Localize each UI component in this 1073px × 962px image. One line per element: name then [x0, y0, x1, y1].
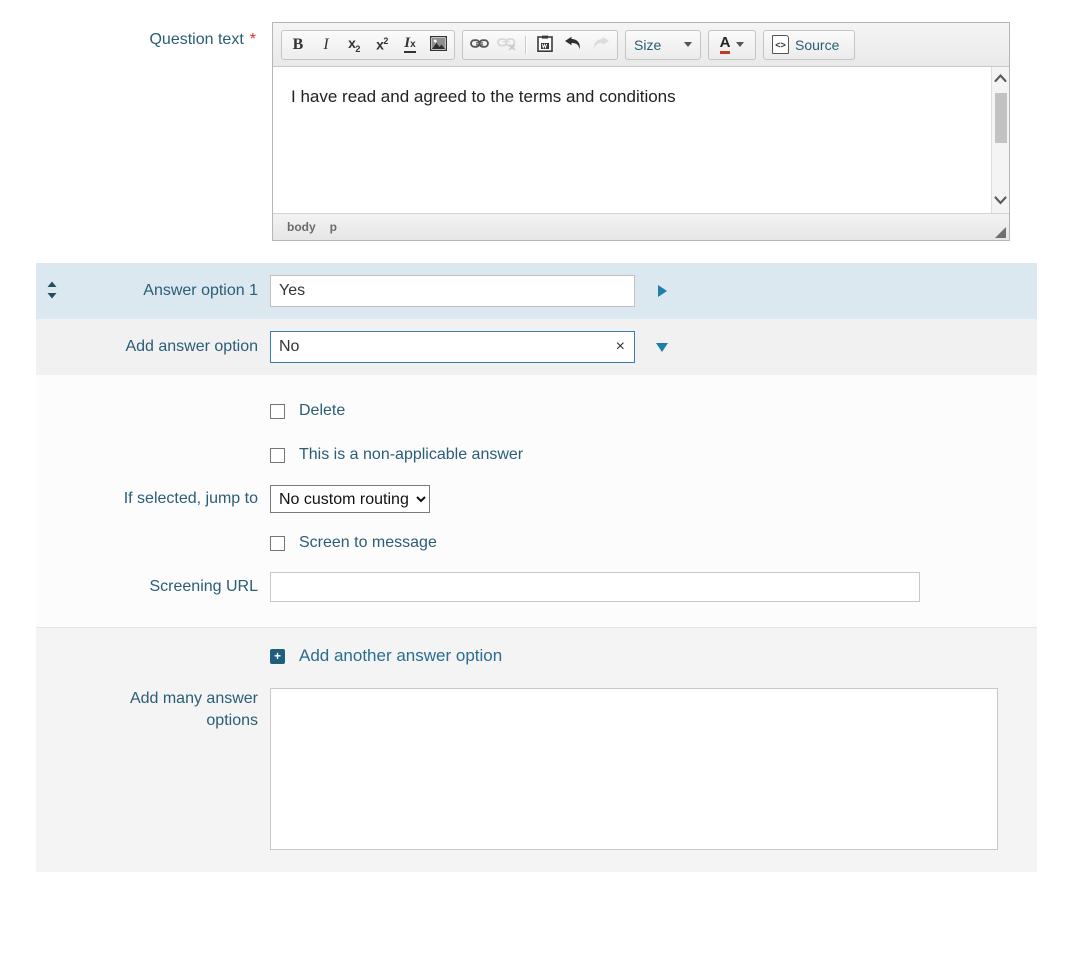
font-size-label: Size: [634, 36, 662, 53]
editor-toolbar: B I x2 x2 Ix Size A <> Source: [273, 23, 1009, 67]
answer-option-1-input[interactable]: [270, 275, 635, 307]
delete-checkbox-label[interactable]: Delete: [299, 402, 345, 420]
text-color-icon: A: [719, 35, 731, 54]
answer-options-panel: Answer option 1 Add answer option × Dele…: [36, 263, 1037, 872]
paste-from-word-button[interactable]: [531, 32, 559, 58]
add-answer-option-input-wrap: ×: [270, 331, 635, 363]
add-answer-option-label: Add answer option: [125, 338, 258, 355]
jump-to-row: If selected, jump to No custom routing: [36, 477, 1037, 521]
editor-resize-handle[interactable]: [995, 227, 1006, 238]
rich-text-editor: B I x2 x2 Ix Size A <> Source I have rea…: [272, 22, 1010, 241]
redo-icon: [592, 36, 610, 54]
undo-icon: [564, 36, 582, 54]
add-answer-option-collapse-toggle[interactable]: [655, 342, 669, 352]
non-applicable-checkbox[interactable]: [270, 447, 285, 463]
question-text-label-text: Question text: [149, 31, 244, 48]
bold-button[interactable]: B: [284, 32, 312, 58]
remove-format-button[interactable]: Ix: [396, 32, 424, 58]
image-button[interactable]: [424, 32, 452, 58]
screening-url-row: Screening URL: [36, 565, 1037, 609]
add-another-answer-option-link[interactable]: Add another answer option: [299, 646, 502, 666]
editor-toolbar-group-basicstyles: B I x2 x2 Ix: [281, 29, 455, 60]
toolbar-separator: [525, 35, 527, 54]
image-icon: [429, 35, 447, 54]
editor-element-path: body p: [273, 214, 1009, 240]
source-label: Source: [795, 36, 840, 53]
link-icon: [469, 37, 489, 53]
answer-option-row-1: Answer option 1: [36, 263, 1037, 319]
delete-row: Delete: [36, 389, 1037, 433]
chevron-down-icon: [656, 342, 668, 352]
chevron-down-icon: [736, 42, 745, 47]
add-answer-option-input[interactable]: [270, 331, 635, 363]
add-many-answer-options-textarea[interactable]: [270, 688, 998, 850]
bold-icon: B: [292, 35, 304, 53]
screening-url-input[interactable]: [270, 572, 920, 602]
add-many-label-line1: Add many answer: [129, 690, 258, 707]
add-many-label-line2: options: [206, 711, 258, 729]
screen-to-message-checkbox-label[interactable]: Screen to message: [299, 534, 437, 552]
non-applicable-checkbox-label[interactable]: This is a non-applicable answer: [299, 446, 523, 464]
add-another-answer-option-row[interactable]: + Add another answer option: [36, 646, 1037, 674]
link-button[interactable]: [465, 32, 493, 58]
answer-option-1-expand-toggle[interactable]: [655, 285, 669, 297]
source-button[interactable]: <> Source: [763, 29, 855, 60]
superscript-icon: x2: [376, 36, 388, 53]
answer-option-1-label: Answer option 1: [143, 282, 258, 299]
answer-option-row-2: Add answer option ×: [36, 319, 1037, 375]
editor-content-area[interactable]: I have read and agreed to the terms and …: [273, 67, 1009, 214]
subscript-icon: x2: [348, 35, 360, 54]
text-color-dropdown[interactable]: A: [708, 29, 756, 60]
plus-square-icon: +: [270, 648, 285, 664]
element-path-p[interactable]: p: [330, 220, 337, 234]
delete-checkbox[interactable]: [270, 403, 285, 419]
clear-input-icon[interactable]: ×: [616, 339, 625, 355]
add-many-answer-options-row: Add many answer options: [36, 674, 1037, 850]
drag-handle-icon[interactable]: [36, 281, 68, 302]
scrollbar-thumb[interactable]: [995, 93, 1007, 143]
required-asterisk: *: [249, 31, 256, 48]
screening-url-label: Screening URL: [149, 578, 259, 595]
source-code-icon: <>: [772, 35, 789, 54]
unlink-icon: [497, 36, 517, 53]
chevron-right-icon: [657, 285, 667, 297]
screen-to-message-checkbox[interactable]: [270, 535, 285, 551]
question-text-row: Question text * B I x2 x2 Ix Size A <> S…: [0, 0, 1073, 241]
font-size-dropdown[interactable]: Size: [625, 29, 701, 60]
scroll-up-icon[interactable]: [994, 71, 1007, 87]
unlink-button[interactable]: [493, 32, 521, 58]
answer-option-1-input-wrap: [270, 275, 635, 307]
editor-content-text[interactable]: I have read and agreed to the terms and …: [273, 67, 1009, 107]
editor-toolbar-group-links: [462, 29, 618, 60]
italic-icon: I: [323, 35, 329, 53]
subscript-button[interactable]: x2: [340, 32, 368, 58]
jump-to-select[interactable]: No custom routing: [270, 485, 430, 513]
answer-options-bottom-section: + Add another answer option Add many ans…: [36, 628, 1037, 872]
non-applicable-row: This is a non-applicable answer: [36, 433, 1037, 477]
superscript-button[interactable]: x2: [368, 32, 396, 58]
chevron-down-icon: [684, 42, 692, 47]
question-text-label: Question text *: [0, 22, 256, 49]
element-path-body[interactable]: body: [287, 220, 316, 234]
screen-to-message-row: Screen to message: [36, 521, 1037, 565]
paste-from-word-icon: [537, 35, 553, 55]
remove-format-icon: Ix: [404, 35, 416, 53]
scroll-down-icon[interactable]: [994, 193, 1007, 209]
editor-scrollbar[interactable]: [991, 67, 1009, 213]
italic-button[interactable]: I: [312, 32, 340, 58]
redo-button[interactable]: [587, 32, 615, 58]
jump-to-label: If selected, jump to: [123, 490, 258, 507]
add-many-answer-options-label: Add many answer options: [36, 688, 270, 731]
undo-button[interactable]: [559, 32, 587, 58]
answer-option-detail-panel: Delete This is a non-applicable answer I…: [36, 375, 1037, 628]
